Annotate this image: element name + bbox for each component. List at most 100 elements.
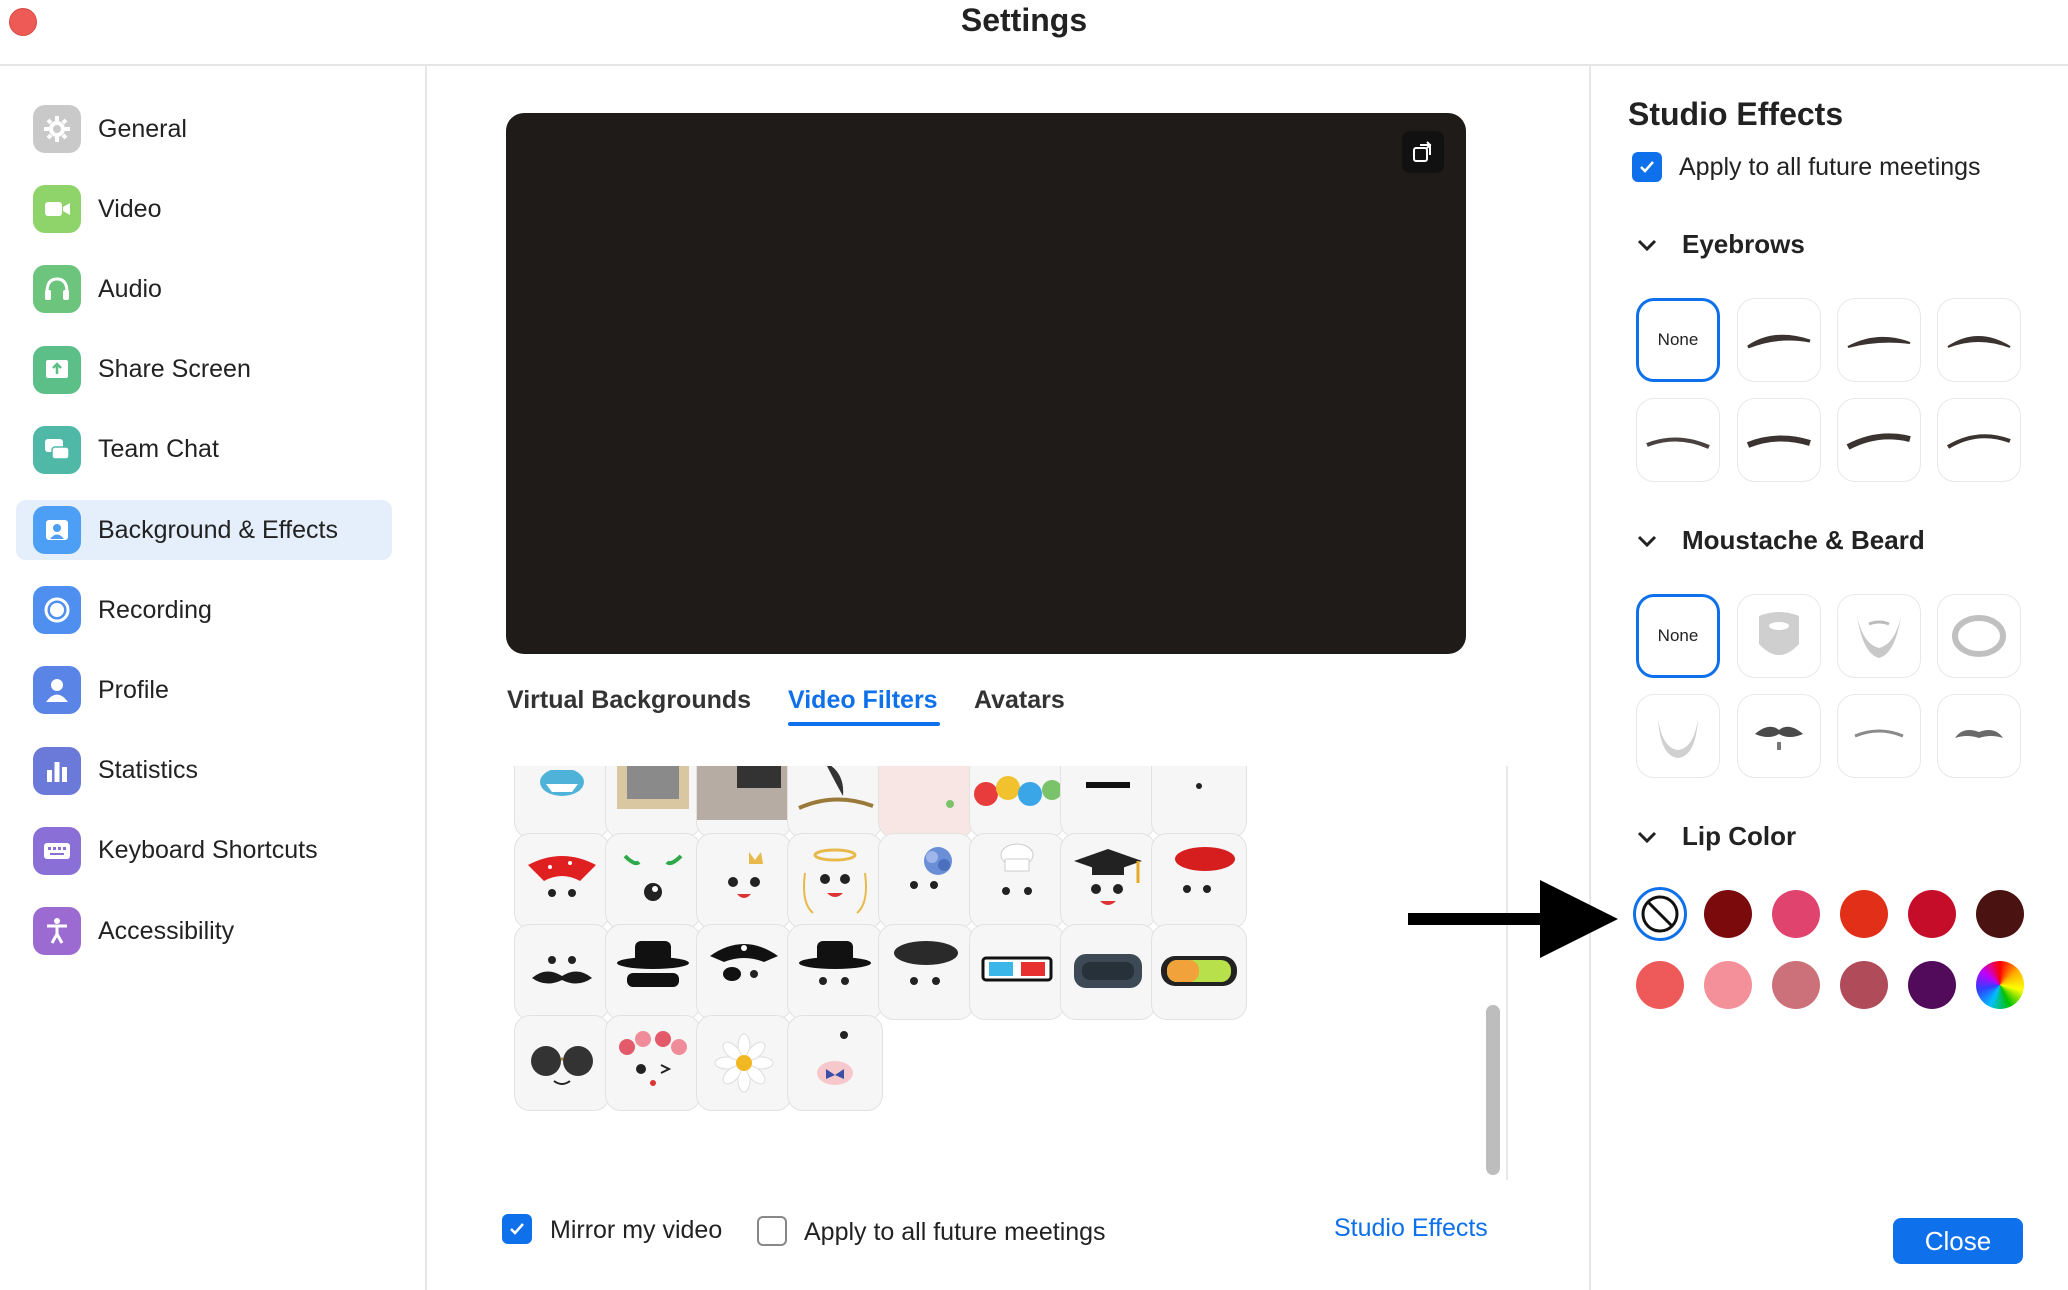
filter-angel-halo[interactable] [787, 833, 883, 929]
sidebar-item-recording[interactable]: Recording [16, 580, 392, 640]
lip-color-section-title: Lip Color [1682, 821, 1797, 851]
lip-color-section-header[interactable]: Lip Color [1636, 821, 1796, 852]
filter-pirate[interactable] [696, 924, 792, 1020]
filter-face-dots[interactable] [1151, 766, 1247, 838]
filter-black-hat[interactable] [787, 924, 883, 1020]
filter-bird-branch[interactable] [787, 766, 883, 838]
sidebar-item-general[interactable]: General [16, 99, 392, 159]
filter-antennae[interactable] [605, 833, 701, 929]
mirror-video-checkbox[interactable] [502, 1214, 532, 1244]
lip-color-swatch[interactable] [1840, 890, 1888, 938]
filter-shark-mask[interactable] [514, 766, 610, 838]
no-symbol-icon [1641, 895, 1679, 933]
beard-style-7[interactable] [1937, 694, 2021, 778]
tab-avatars[interactable]: Avatars [974, 686, 1065, 715]
lip-color-custom-swatch[interactable] [1976, 961, 2024, 1009]
profile-icon [33, 666, 81, 715]
studio-effects-link[interactable]: Studio Effects [1334, 1214, 1488, 1243]
filter-scroll-track [1506, 766, 1508, 1180]
sidebar-item-profile[interactable]: Profile [16, 660, 392, 720]
filter-scrollbar[interactable] [1486, 1005, 1500, 1175]
accessibility-icon [33, 907, 81, 955]
beard-style-5[interactable] [1737, 694, 1821, 778]
chevron-down-icon [1637, 831, 1657, 843]
filter-ski-goggles[interactable] [1151, 924, 1247, 1020]
lip-color-swatch[interactable] [1636, 961, 1684, 1009]
eyebrow-style-2[interactable] [1837, 298, 1921, 382]
filter-flower-crown[interactable] [605, 1015, 701, 1111]
tab-video-filters[interactable]: Video Filters [788, 686, 938, 715]
sidebar-item-label: Accessibility [98, 916, 235, 945]
lip-color-swatch[interactable] [1908, 890, 1956, 938]
lip-color-swatch[interactable] [1704, 890, 1752, 938]
sidebar-item-label: Team Chat [98, 435, 219, 464]
headphones-icon [33, 265, 81, 314]
filter-hydrangea[interactable] [878, 833, 974, 929]
filter-graduation-cap[interactable] [1060, 833, 1156, 929]
chat-bubbles-icon [33, 425, 81, 474]
sidebar-item-background-effects[interactable]: Background & Effects [16, 500, 392, 560]
beard-style-4[interactable] [1636, 694, 1720, 778]
lip-color-swatch[interactable] [1772, 961, 1820, 1009]
apply-future-meetings-checkbox[interactable] [757, 1216, 787, 1246]
studio-apply-future-checkbox[interactable] [1632, 152, 1662, 182]
sidebar-item-audio[interactable]: Audio [16, 259, 392, 319]
record-icon [33, 586, 81, 635]
eyebrow-style-7[interactable] [1937, 398, 2021, 482]
filter-pink-frame[interactable] [878, 766, 974, 838]
sidebar-item-label: Video [98, 194, 162, 223]
beard-style-1[interactable] [1737, 594, 1821, 678]
sidebar-item-statistics[interactable]: Statistics [16, 741, 392, 801]
filter-black-beret[interactable] [878, 924, 974, 1020]
eyebrow-style-6[interactable] [1837, 398, 1921, 482]
chevron-down-icon [1637, 535, 1657, 547]
eyebrows-none-option[interactable]: None [1636, 298, 1720, 382]
beard-style-6[interactable] [1837, 694, 1921, 778]
rotate-camera-button[interactable] [1402, 131, 1444, 173]
filter-daisy[interactable] [696, 1015, 792, 1111]
eyebrow-style-1[interactable] [1737, 298, 1821, 382]
lip-color-none-swatch[interactable] [1633, 887, 1687, 941]
studio-effects-title: Studio Effects [1628, 96, 1844, 132]
eyebrow-style-3[interactable] [1937, 298, 2021, 382]
filter-bandit-hat[interactable] [605, 924, 701, 1020]
lip-color-swatch[interactable] [1840, 961, 1888, 1009]
eyebrow-style-4[interactable] [1636, 398, 1720, 482]
filter-vr-headset[interactable] [1060, 924, 1156, 1020]
close-button[interactable]: Close [1893, 1218, 2023, 1264]
sidebar-item-label: Recording [98, 595, 212, 624]
beard-section-header[interactable]: Moustache & Beard [1636, 525, 1925, 556]
eyebrows-section-header[interactable]: Eyebrows [1636, 229, 1805, 260]
filter-chef-hat[interactable] [969, 833, 1065, 929]
beard-none-option[interactable]: None [1636, 594, 1720, 678]
filter-red-bandana[interactable] [514, 833, 610, 929]
filter-moustache[interactable] [514, 924, 610, 1020]
lip-color-swatch[interactable] [1976, 890, 2024, 938]
filter-glasses-top[interactable] [1060, 766, 1156, 838]
filter-3d-glasses[interactable] [969, 924, 1065, 1020]
sidebar-item-keyboard-shortcuts[interactable]: Keyboard Shortcuts [16, 821, 392, 881]
filter-red-beret[interactable] [1151, 833, 1247, 929]
filter-round-sunglasses[interactable] [514, 1015, 610, 1111]
beard-style-3[interactable] [1937, 594, 2021, 678]
lip-color-swatch[interactable] [1772, 890, 1820, 938]
lip-color-swatch[interactable] [1704, 961, 1752, 1009]
eyebrow-style-5[interactable] [1737, 398, 1821, 482]
sidebar-item-share-screen[interactable]: Share Screen [16, 340, 392, 400]
filter-picture-frame[interactable] [605, 766, 701, 838]
sidebar-item-video[interactable]: Video [16, 179, 392, 239]
beard-none-label: None [1657, 626, 1699, 645]
tab-virtual-backgrounds[interactable]: Virtual Backgrounds [507, 686, 751, 715]
filter-crown[interactable] [696, 833, 792, 929]
sidebar-item-team-chat[interactable]: Team Chat [16, 420, 392, 480]
filter-butterfly[interactable] [787, 1015, 883, 1111]
lip-color-swatch[interactable] [1908, 961, 1956, 1009]
beard-style-2[interactable] [1837, 594, 1921, 678]
filter-lollipops[interactable] [969, 766, 1065, 838]
sidebar-item-label: Keyboard Shortcuts [98, 836, 318, 865]
keyboard-icon [33, 826, 81, 875]
sidebar-item-accessibility[interactable]: Accessibility [16, 901, 392, 961]
checkmark-icon [510, 1223, 524, 1235]
sidebar-item-label: General [98, 114, 187, 143]
filter-tv-room[interactable] [696, 766, 792, 838]
